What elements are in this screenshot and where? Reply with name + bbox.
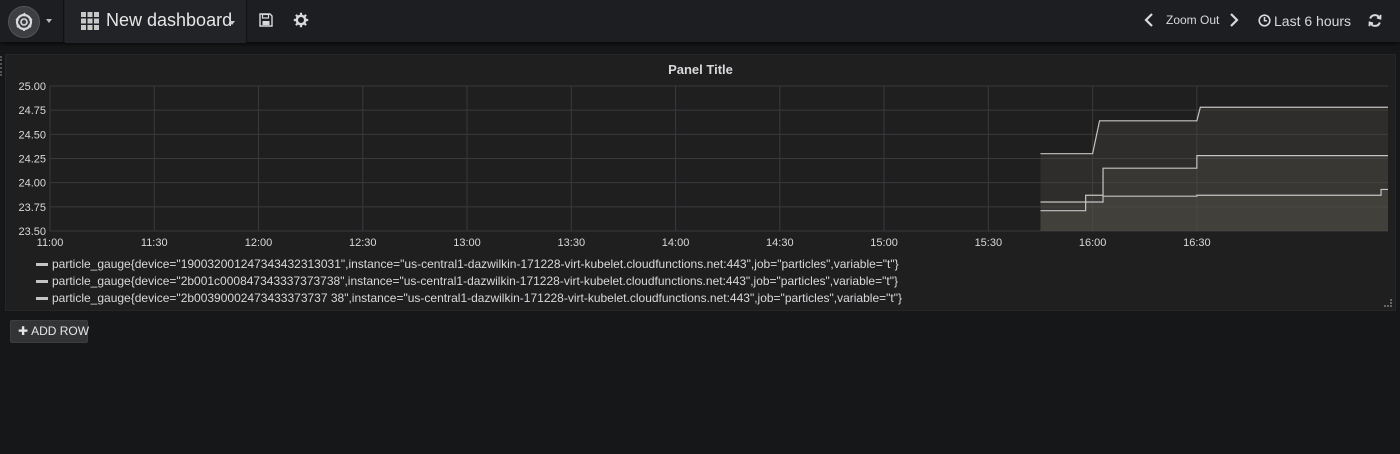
grafana-logo-icon (8, 6, 40, 38)
panel-resize-handle[interactable] (1384, 299, 1392, 307)
chart-legend: particle_gauge{device="19003200124734343… (36, 256, 902, 307)
x-tick-label: 14:00 (662, 237, 690, 249)
chevron-right-icon[interactable] (1229, 13, 1239, 27)
x-tick-label: 14:30 (766, 237, 794, 249)
x-tick-label: 11:00 (37, 237, 64, 249)
y-tick-label: 24.00 (18, 178, 46, 190)
save-icon[interactable] (259, 13, 273, 27)
y-tick-label: 23.75 (18, 202, 46, 214)
legend-swatch (36, 280, 48, 283)
graph-panel: Panel Title 25.00 24.75 24.50 24.25 24.00 23.… (5, 54, 1396, 311)
add-row-button[interactable]: ✚ ADD ROW (10, 320, 90, 343)
zoom-out-button[interactable]: Zoom Out (1166, 13, 1219, 27)
chevron-down-icon (229, 21, 235, 25)
legend-label: particle_gauge{device="2b001c00084734333… (52, 274, 898, 288)
x-tick-label: 12:00 (245, 237, 273, 249)
dashboard-title: New dashboard (106, 10, 233, 30)
top-navbar: New dashboard Zoom Out Last 6 hours (0, 0, 1400, 43)
logo-caret-down-icon (46, 19, 52, 23)
legend-item[interactable]: particle_gauge{device="2b001c00084734333… (36, 273, 902, 290)
time-range-picker[interactable]: Last 6 hours (1274, 13, 1351, 29)
legend-label: particle_gauge{device="19003200124734343… (52, 257, 899, 271)
line-chart[interactable]: 25.0024.7524.5024.2524.0023.7523.5011:00… (6, 55, 1397, 250)
y-tick-label: 25.00 (18, 81, 46, 93)
legend-label: particle_gauge{device="2b003900024734333… (52, 291, 902, 305)
dashboard-grid-icon (81, 12, 99, 30)
dashboard-picker-button[interactable]: New dashboard (65, 0, 247, 43)
x-tick-label: 15:30 (975, 237, 1003, 249)
add-row-label: ADD ROW (31, 324, 90, 338)
y-tick-label: 24.50 (18, 129, 46, 141)
row-drag-handle[interactable] (0, 56, 4, 76)
refresh-icon[interactable] (1368, 13, 1382, 28)
x-tick-label: 13:30 (558, 237, 586, 249)
plus-icon: ✚ (18, 324, 29, 338)
clock-icon (1258, 14, 1271, 27)
x-tick-label: 16:00 (1079, 237, 1107, 249)
x-tick-label: 12:30 (349, 237, 377, 249)
x-tick-label: 16:30 (1183, 237, 1211, 249)
chevron-left-icon[interactable] (1144, 13, 1154, 27)
legend-item[interactable]: particle_gauge{device="2b003900024734333… (36, 290, 902, 307)
legend-swatch (36, 297, 48, 300)
grafana-menu-button[interactable] (0, 0, 64, 43)
legend-item[interactable]: particle_gauge{device="19003200124734343… (36, 256, 902, 273)
y-tick-label: 24.75 (18, 105, 46, 117)
y-tick-label: 24.25 (18, 154, 46, 166)
gear-icon[interactable] (293, 12, 309, 28)
legend-swatch (36, 263, 48, 266)
x-tick-label: 11:30 (141, 237, 168, 249)
x-tick-label: 15:00 (870, 237, 898, 249)
x-tick-label: 13:00 (453, 237, 481, 249)
